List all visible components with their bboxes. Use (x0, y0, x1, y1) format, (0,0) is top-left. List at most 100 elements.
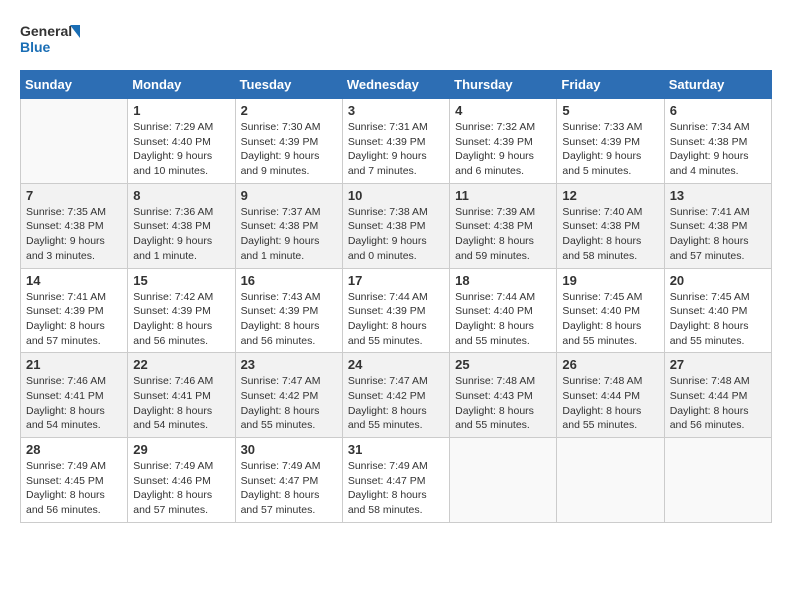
day-info: Sunrise: 7:49 AMSunset: 4:46 PMDaylight:… (133, 459, 229, 518)
day-info: Sunrise: 7:48 AMSunset: 4:44 PMDaylight:… (562, 374, 658, 433)
day-info: Sunrise: 7:40 AMSunset: 4:38 PMDaylight:… (562, 205, 658, 264)
calendar-cell: 22Sunrise: 7:46 AMSunset: 4:41 PMDayligh… (128, 353, 235, 438)
day-number: 2 (241, 103, 337, 118)
weekday-header-monday: Monday (128, 71, 235, 99)
day-number: 26 (562, 357, 658, 372)
svg-text:Blue: Blue (20, 39, 51, 55)
calendar-cell: 31Sunrise: 7:49 AMSunset: 4:47 PMDayligh… (342, 438, 449, 523)
day-number: 25 (455, 357, 551, 372)
calendar-cell: 25 Sunrise: 7:48 AMSunset: 4:43 PMDayligh… (450, 353, 557, 438)
calendar-cell: 16Sunrise: 7:43 AMSunset: 4:39 PMDayligh… (235, 268, 342, 353)
day-number: 10 (348, 188, 444, 203)
calendar-week-row: 21 Sunrise: 7:46 AMSunset: 4:41 PMDayligh… (21, 353, 772, 438)
calendar-cell: 6 Sunrise: 7:34 AMSunset: 4:38 PMDaylight… (664, 99, 771, 184)
day-info: Sunrise: 7:44 AMSunset: 4:39 PMDaylight:… (348, 290, 444, 349)
day-number: 14 (26, 273, 122, 288)
page-header: General Blue (20, 20, 772, 60)
day-info: Sunrise: 7:45 AMSunset: 4:40 PMDaylight:… (562, 290, 658, 349)
day-number: 13 (670, 188, 766, 203)
day-number: 20 (670, 273, 766, 288)
day-number: 21 (26, 357, 122, 372)
day-number: 22 (133, 357, 229, 372)
day-info: Sunrise: 7:31 AMSunset: 4:39 PMDaylight:… (348, 120, 444, 179)
day-info: Sunrise: 7:36 AMSunset: 4:38 PMDaylight:… (133, 205, 229, 264)
calendar-week-row: 28Sunrise: 7:49 AMSunset: 4:45 PMDayligh… (21, 438, 772, 523)
calendar-header: SundayMondayTuesdayWednesdayThursdayFrid… (21, 71, 772, 99)
logo-svg: General Blue (20, 20, 80, 60)
calendar-cell: 8 Sunrise: 7:36 AMSunset: 4:38 PMDaylight… (128, 183, 235, 268)
day-info: Sunrise: 7:33 AMSunset: 4:39 PMDaylight:… (562, 120, 658, 179)
day-number: 6 (670, 103, 766, 118)
calendar-cell: 18 Sunrise: 7:44 AMSunset: 4:40 PMDayligh… (450, 268, 557, 353)
calendar-cell: 12 Sunrise: 7:40 AMSunset: 4:38 PMDayligh… (557, 183, 664, 268)
calendar-cell: 30Sunrise: 7:49 AMSunset: 4:47 PMDayligh… (235, 438, 342, 523)
calendar-cell: 14 Sunrise: 7:41 AMSunset: 4:39 PMDayligh… (21, 268, 128, 353)
calendar-cell: 13 Sunrise: 7:41 AMSunset: 4:38 PMDayligh… (664, 183, 771, 268)
calendar-cell (557, 438, 664, 523)
day-info: Sunrise: 7:30 AMSunset: 4:39 PMDaylight:… (241, 120, 337, 179)
day-number: 4 (455, 103, 551, 118)
day-info: Sunrise: 7:41 AMSunset: 4:39 PMDaylight:… (26, 290, 122, 349)
calendar-cell: 11Sunrise: 7:39 AMSunset: 4:38 PMDayligh… (450, 183, 557, 268)
day-info: Sunrise: 7:39 AMSunset: 4:38 PMDaylight:… (455, 205, 551, 264)
day-info: Sunrise: 7:49 AMSunset: 4:47 PMDaylight:… (348, 459, 444, 518)
day-info: Sunrise: 7:38 AMSunset: 4:38 PMDaylight:… (348, 205, 444, 264)
day-info: Sunrise: 7:41 AMSunset: 4:38 PMDaylight:… (670, 205, 766, 264)
calendar-cell (450, 438, 557, 523)
day-info: Sunrise: 7:48 AMSunset: 4:43 PMDaylight:… (455, 374, 551, 433)
calendar-week-row: 1Sunrise: 7:29 AMSunset: 4:40 PMDaylight… (21, 99, 772, 184)
day-number: 12 (562, 188, 658, 203)
day-number: 15 (133, 273, 229, 288)
day-number: 5 (562, 103, 658, 118)
calendar-cell: 2 Sunrise: 7:30 AMSunset: 4:39 PMDaylight… (235, 99, 342, 184)
calendar-cell: 28Sunrise: 7:49 AMSunset: 4:45 PMDayligh… (21, 438, 128, 523)
svg-text:General: General (20, 23, 72, 39)
calendar-week-row: 14 Sunrise: 7:41 AMSunset: 4:39 PMDayligh… (21, 268, 772, 353)
calendar-cell: 27 Sunrise: 7:48 AMSunset: 4:44 PMDayligh… (664, 353, 771, 438)
day-number: 16 (241, 273, 337, 288)
calendar-cell: 23 Sunrise: 7:47 AMSunset: 4:42 PMDayligh… (235, 353, 342, 438)
day-number: 23 (241, 357, 337, 372)
day-number: 9 (241, 188, 337, 203)
calendar-week-row: 7 Sunrise: 7:35 AMSunset: 4:38 PMDaylight… (21, 183, 772, 268)
day-number: 24 (348, 357, 444, 372)
day-info: Sunrise: 7:48 AMSunset: 4:44 PMDaylight:… (670, 374, 766, 433)
day-info: Sunrise: 7:47 AMSunset: 4:42 PMDaylight:… (241, 374, 337, 433)
calendar-cell: 10 Sunrise: 7:38 AMSunset: 4:38 PMDayligh… (342, 183, 449, 268)
calendar-table: SundayMondayTuesdayWednesdayThursdayFrid… (20, 70, 772, 523)
calendar-cell (21, 99, 128, 184)
day-info: Sunrise: 7:34 AMSunset: 4:38 PMDaylight:… (670, 120, 766, 179)
day-info: Sunrise: 7:35 AMSunset: 4:38 PMDaylight:… (26, 205, 122, 264)
calendar-cell: 4Sunrise: 7:32 AMSunset: 4:39 PMDaylight… (450, 99, 557, 184)
weekday-header-sunday: Sunday (21, 71, 128, 99)
day-number: 1 (133, 103, 229, 118)
weekday-header-thursday: Thursday (450, 71, 557, 99)
day-number: 8 (133, 188, 229, 203)
day-info: Sunrise: 7:44 AMSunset: 4:40 PMDaylight:… (455, 290, 551, 349)
calendar-cell: 29 Sunrise: 7:49 AMSunset: 4:46 PMDayligh… (128, 438, 235, 523)
day-number: 27 (670, 357, 766, 372)
day-info: Sunrise: 7:49 AMSunset: 4:45 PMDaylight:… (26, 459, 122, 518)
calendar-body: 1Sunrise: 7:29 AMSunset: 4:40 PMDaylight… (21, 99, 772, 523)
day-number: 7 (26, 188, 122, 203)
calendar-cell: 7 Sunrise: 7:35 AMSunset: 4:38 PMDaylight… (21, 183, 128, 268)
calendar-cell: 19Sunrise: 7:45 AMSunset: 4:40 PMDayligh… (557, 268, 664, 353)
day-info: Sunrise: 7:46 AMSunset: 4:41 PMDaylight:… (26, 374, 122, 433)
calendar-cell: 9 Sunrise: 7:37 AMSunset: 4:38 PMDaylight… (235, 183, 342, 268)
day-info: Sunrise: 7:42 AMSunset: 4:39 PMDaylight:… (133, 290, 229, 349)
calendar-cell: 15 Sunrise: 7:42 AMSunset: 4:39 PMDayligh… (128, 268, 235, 353)
weekday-header-saturday: Saturday (664, 71, 771, 99)
calendar-cell: 3Sunrise: 7:31 AMSunset: 4:39 PMDaylight… (342, 99, 449, 184)
calendar-cell: 26 Sunrise: 7:48 AMSunset: 4:44 PMDayligh… (557, 353, 664, 438)
weekday-header-friday: Friday (557, 71, 664, 99)
day-info: Sunrise: 7:37 AMSunset: 4:38 PMDaylight:… (241, 205, 337, 264)
day-number: 30 (241, 442, 337, 457)
weekday-header-tuesday: Tuesday (235, 71, 342, 99)
day-number: 18 (455, 273, 551, 288)
calendar-cell: 20Sunrise: 7:45 AMSunset: 4:40 PMDayligh… (664, 268, 771, 353)
day-info: Sunrise: 7:47 AMSunset: 4:42 PMDaylight:… (348, 374, 444, 433)
calendar-cell: 17Sunrise: 7:44 AMSunset: 4:39 PMDayligh… (342, 268, 449, 353)
logo: General Blue (20, 20, 80, 60)
day-number: 29 (133, 442, 229, 457)
calendar-cell: 24 Sunrise: 7:47 AMSunset: 4:42 PMDayligh… (342, 353, 449, 438)
